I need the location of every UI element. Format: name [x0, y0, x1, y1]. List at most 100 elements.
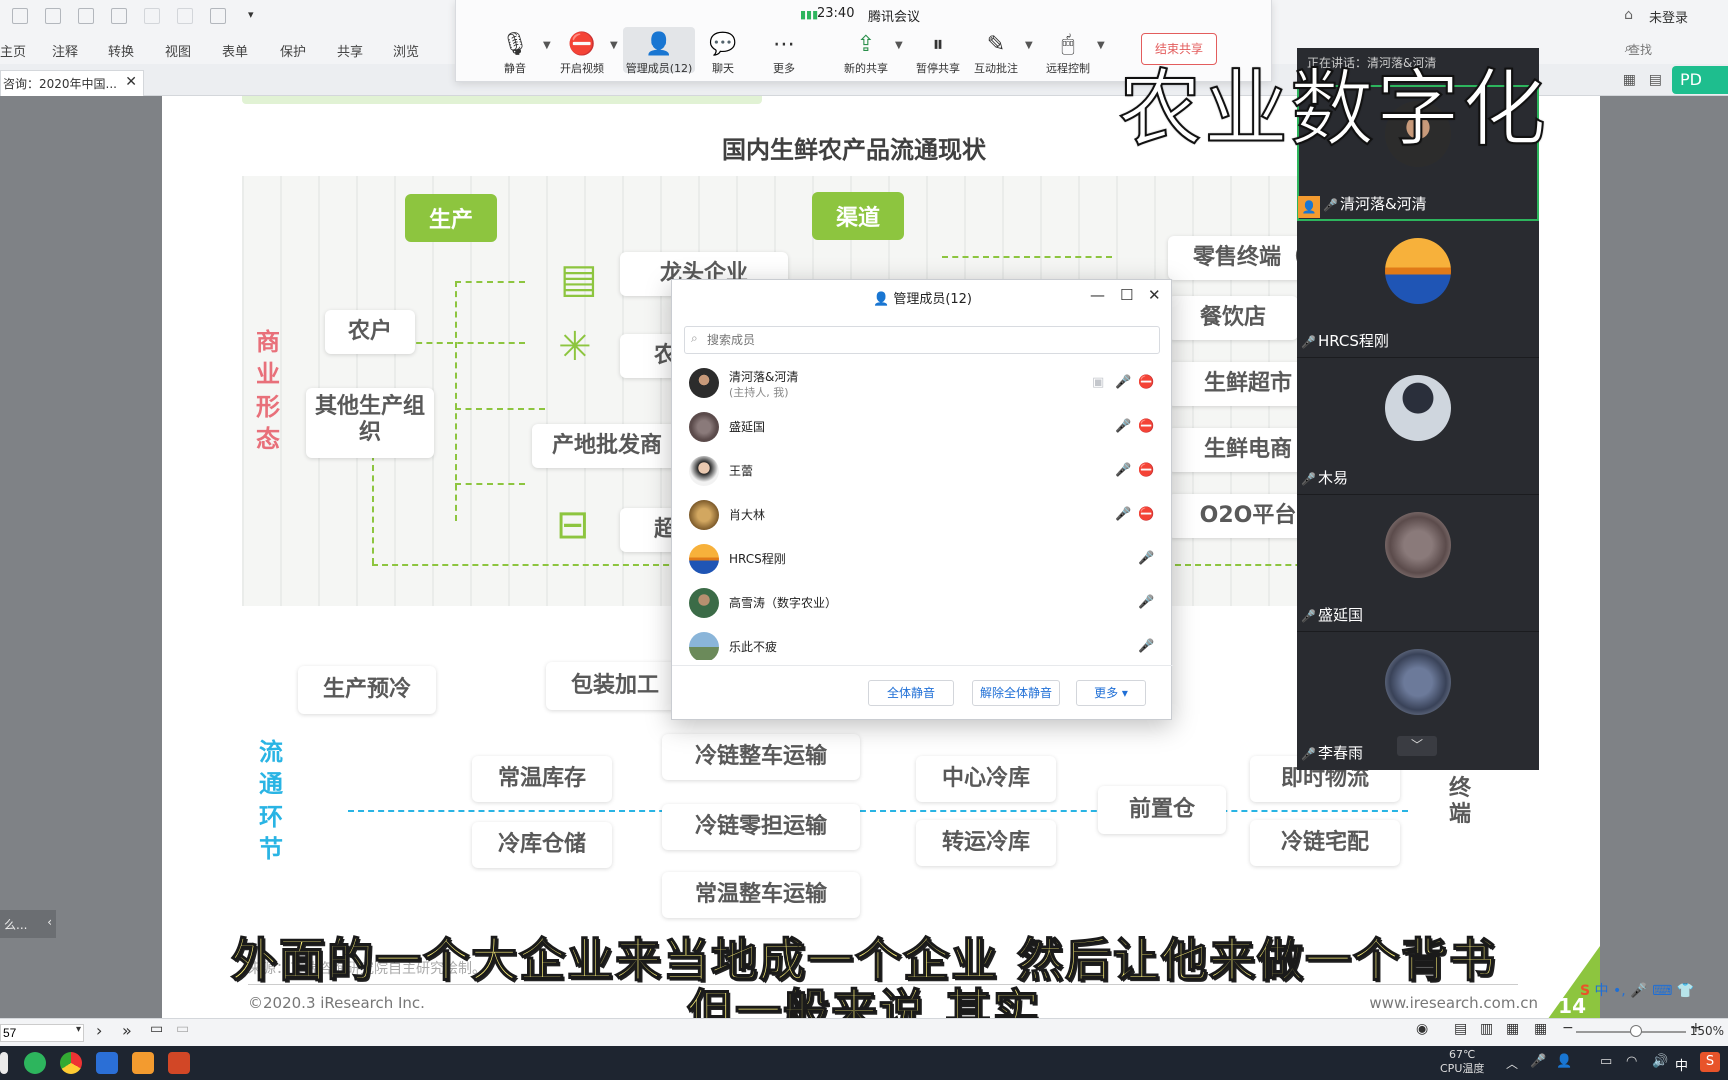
menu-home[interactable]: 主页	[0, 41, 26, 60]
participant-tile[interactable]: 🎤 木易	[1297, 359, 1539, 495]
start-video-button[interactable]: ⛔ 开启视频	[551, 32, 613, 76]
participant-tile[interactable]: 🎤 盛延国	[1297, 496, 1539, 632]
print-icon[interactable]	[78, 8, 94, 24]
mic-muted-icon[interactable]: 🎤	[1138, 595, 1154, 610]
menu-form[interactable]: 表单	[222, 41, 248, 60]
close-icon[interactable]: ✕	[1148, 286, 1161, 304]
mute-button[interactable]: 🎙 静音	[484, 32, 546, 76]
page-number-input[interactable]	[0, 1024, 84, 1042]
menu-browse[interactable]: 浏览	[393, 41, 419, 60]
chrome-app-icon[interactable]	[60, 1052, 82, 1074]
wifi-icon[interactable]: ◠	[1626, 1054, 1637, 1069]
member-row[interactable]: HRCS程刚 🎤	[672, 538, 1173, 582]
login-button[interactable]: 未登录	[1649, 7, 1688, 26]
more-options-button[interactable]: 更多 ▾	[1076, 680, 1146, 706]
minimize-icon[interactable]: —	[1090, 286, 1105, 304]
chevron-down-icon[interactable]: ▼	[1025, 40, 1033, 51]
volume-icon[interactable]: 🔊	[1652, 1054, 1668, 1069]
member-row[interactable]: 乐此不疲 🎤	[672, 626, 1173, 660]
sogou-icon[interactable]: S	[1700, 1052, 1720, 1072]
page-layout-icon[interactable]: ▭	[176, 1021, 189, 1037]
member-name: 肖大林	[729, 508, 766, 522]
unmute-all-button[interactable]: 解除全体静音	[972, 680, 1060, 706]
new-share-button[interactable]: ⇪ 新的共享	[835, 32, 897, 76]
menu-share[interactable]: 共享	[337, 41, 363, 60]
zoom-out-icon[interactable]: −	[1562, 1020, 1574, 1036]
start-button[interactable]	[0, 1052, 8, 1074]
grid-view-icon[interactable]: ▦	[1623, 72, 1636, 88]
manage-members-button[interactable]: 👤 管理成员(12)	[623, 27, 695, 75]
mic-muted-icon[interactable]: 🎤	[1115, 419, 1131, 434]
reader-icon[interactable]: ▤	[1649, 72, 1662, 88]
user-icon[interactable]: 👤	[1556, 1054, 1572, 1069]
zoom-slider-knob[interactable]	[1630, 1025, 1642, 1037]
redo-icon[interactable]	[177, 8, 193, 24]
camera-off-icon[interactable]: ⛔	[1138, 375, 1154, 390]
page-layout-icon[interactable]: ▭	[150, 1021, 163, 1037]
member-row[interactable]: 清河落&河清 (主持人, 我) ▣ 🎤 ⛔	[672, 362, 1173, 406]
powerpoint-app-icon[interactable]	[168, 1052, 190, 1074]
eye-icon[interactable]: ◉	[1416, 1021, 1428, 1037]
camera-off-icon[interactable]: ⛔	[1138, 419, 1154, 434]
menu-convert[interactable]: 转换	[108, 41, 134, 60]
chevron-down-icon[interactable]: ▾	[76, 1024, 81, 1035]
close-icon[interactable]: ✕	[125, 74, 137, 90]
member-row[interactable]: 肖大林 🎤 ⛔	[672, 494, 1173, 538]
mic-muted-icon[interactable]: 🎤	[1138, 551, 1154, 566]
next-page-icon[interactable]: ›	[96, 1021, 102, 1040]
screen-share-icon[interactable]: ▣	[1092, 375, 1104, 390]
more-button[interactable]: ⋯ 更多	[753, 32, 815, 76]
customize-icon[interactable]: ▾	[248, 8, 254, 21]
mic-icon[interactable]: 🎤	[1530, 1054, 1546, 1069]
mic-muted-icon[interactable]: 🎤	[1115, 507, 1131, 522]
continuous-page-icon[interactable]: ▥	[1480, 1021, 1493, 1037]
annotate-button[interactable]: ✎ 互动批注	[965, 32, 1027, 76]
document-tab[interactable]: 咨询：2020年中国... ✕	[0, 70, 144, 96]
chevron-down-icon[interactable]: ▼	[543, 40, 551, 51]
single-page-icon[interactable]: ▤	[1454, 1021, 1467, 1037]
chat-button[interactable]: 💬 聊天	[692, 32, 754, 76]
mic-muted-icon[interactable]: 🎤	[1138, 639, 1154, 654]
member-search-input[interactable]	[684, 326, 1160, 354]
save-icon[interactable]	[45, 8, 61, 24]
ime-toolbar[interactable]: S 中 •, 🎤 ⌨ 👕	[1580, 980, 1694, 1000]
two-page-icon[interactable]: ▦	[1506, 1021, 1519, 1037]
participant-tile[interactable]: 🎤 HRCS程刚	[1297, 222, 1539, 358]
grid-page-icon[interactable]: ▦	[1534, 1021, 1547, 1037]
participant-name: 🎤 HRCS程刚	[1301, 332, 1389, 350]
hand-tool-icon[interactable]	[210, 8, 226, 24]
chevron-down-icon[interactable]: ﹀	[1397, 736, 1437, 756]
member-row[interactable]: 盛延国 🎤 ⛔	[672, 406, 1173, 450]
mute-all-button[interactable]: 全体静音	[868, 680, 954, 706]
camera-off-icon[interactable]: ⛔	[1138, 507, 1154, 522]
search-input[interactable]	[1628, 40, 1698, 60]
wechat-app-icon[interactable]	[24, 1052, 46, 1074]
member-row[interactable]: 王蕾 🎤 ⛔	[672, 450, 1173, 494]
menu-view[interactable]: 视图	[165, 41, 191, 60]
tencent-meeting-app-icon[interactable]	[96, 1052, 118, 1074]
host-badge-icon: 👤	[1298, 196, 1320, 218]
member-row[interactable]: 高雪涛（数字农业） 🎤	[672, 582, 1173, 626]
tray-chevron-icon[interactable]: ︿	[1506, 1055, 1518, 1072]
menu-protect[interactable]: 保护	[280, 41, 306, 60]
skin-icon[interactable]: ⌂	[1624, 7, 1633, 23]
chevron-down-icon[interactable]: ▼	[1097, 40, 1105, 51]
export-icon[interactable]	[111, 8, 127, 24]
open-icon[interactable]	[12, 8, 28, 24]
ime-indicator[interactable]: 中	[1675, 1055, 1688, 1074]
pause-share-button[interactable]: ⏸ 暂停共享	[907, 32, 969, 76]
remote-control-button[interactable]: 🖱 远程控制	[1037, 32, 1099, 76]
menu-annotate[interactable]: 注释	[52, 41, 78, 60]
camera-off-icon[interactable]: ⛔	[1138, 463, 1154, 478]
pdf-reader-app-icon[interactable]	[132, 1052, 154, 1074]
zoom-level[interactable]: 150%	[1690, 1024, 1724, 1038]
battery-icon[interactable]: ▭	[1600, 1054, 1612, 1069]
pdf-convert-button[interactable]: PD	[1672, 66, 1728, 94]
chevron-down-icon[interactable]: ▼	[610, 40, 618, 51]
last-page-icon[interactable]: »	[122, 1021, 132, 1040]
mic-muted-icon[interactable]: 🎤	[1115, 463, 1131, 478]
undo-icon[interactable]	[144, 8, 160, 24]
chevron-down-icon[interactable]: ▼	[895, 40, 903, 51]
mic-icon[interactable]: 🎤	[1115, 375, 1131, 390]
maximize-icon[interactable]: ☐	[1120, 286, 1133, 304]
